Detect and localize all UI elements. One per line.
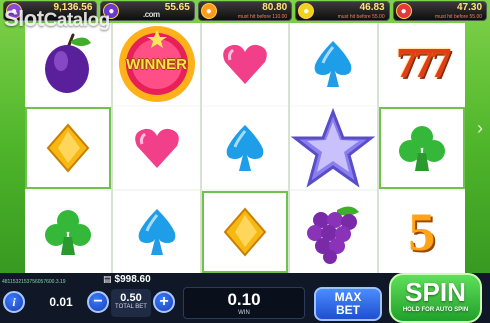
- symbol-diamond: [201, 191, 289, 273]
- diamond-icon: [223, 207, 267, 257]
- jackpot-must-hit: must hit before 55.00: [435, 14, 483, 20]
- heart-icon: [223, 44, 267, 84]
- jackpot-lemon: ● 46.83 must hit before 55.00: [295, 1, 390, 21]
- symbol-star: [290, 107, 377, 189]
- reel-5: 777 5: [378, 23, 465, 273]
- jackpot-must-hit: must hit before 55.00: [337, 14, 385, 20]
- club-icon: [45, 210, 92, 255]
- info-icon: i: [12, 294, 16, 309]
- star-icon: [291, 108, 376, 188]
- symbol-plum: [25, 23, 112, 105]
- spin-button[interactable]: SPIN HOLD FOR AUTO SPIN: [389, 273, 482, 323]
- reel-2: WINNER: [113, 23, 200, 273]
- balance: ▤ $998.60: [103, 273, 151, 286]
- symbol-five: 5: [378, 191, 465, 273]
- wallet-icon: ▤: [103, 274, 112, 284]
- win-value: 0.10: [227, 290, 261, 309]
- heart-icon: [134, 128, 179, 168]
- minus-icon: −: [93, 293, 103, 310]
- lemon-coin-icon: ●: [298, 3, 315, 19]
- coin-value: 0.01: [49, 295, 73, 309]
- watermark: SlotCatalog .com: [4, 6, 160, 32]
- spin-label: SPIN: [405, 277, 466, 307]
- spade-icon: [138, 209, 175, 255]
- reel-4: [290, 23, 377, 273]
- max-bet-button[interactable]: MAX BET: [314, 287, 382, 321]
- spade-icon: [315, 41, 352, 87]
- reel-3: [201, 23, 289, 273]
- symbol-club: [25, 191, 112, 273]
- club-icon: [398, 126, 445, 171]
- round-id: 4811532153756057600.3.19: [2, 279, 66, 285]
- seven-label: 777: [396, 41, 451, 87]
- grape-icon: [307, 206, 360, 264]
- strawberry-coin-icon: ●: [395, 3, 412, 19]
- symbol-heart: [201, 23, 289, 105]
- info-button[interactable]: i: [3, 291, 25, 313]
- symbol-winner: WINNER: [113, 23, 200, 105]
- bet-increase-button[interactable]: +: [153, 291, 175, 313]
- plus-icon: +: [159, 293, 169, 310]
- total-bet-panel: 0.50 TOTAL BET: [111, 289, 151, 317]
- reel-1: [25, 23, 112, 273]
- diamond-icon: [46, 123, 90, 173]
- spade-icon: [226, 125, 264, 171]
- bet-decrease-button[interactable]: −: [87, 291, 109, 313]
- symbol-heart: [113, 107, 200, 189]
- symbol-grape: [290, 191, 377, 273]
- plum-icon: [45, 33, 92, 93]
- balance-value: $998.60: [114, 274, 151, 285]
- watermark-main: Slot: [4, 6, 44, 31]
- symbol-spade: [290, 23, 377, 105]
- auto-spin-hint: HOLD FOR AUTO SPIN: [402, 307, 469, 313]
- coin-value-panel[interactable]: 0.01: [45, 292, 77, 312]
- side-menu-arrow-icon[interactable]: ›: [472, 115, 488, 141]
- watermark-suffix: .com: [143, 10, 160, 19]
- jackpot-must-hit: must hit before 110.00: [237, 14, 288, 20]
- symbol-seven: 777: [378, 23, 465, 105]
- reel-grid: WINNER 777 5: [25, 23, 465, 273]
- win-panel: 0.10 WIN: [183, 287, 305, 319]
- jackpot-strawberry: ● 47.30 must hit before 55.00: [392, 1, 488, 21]
- winner-label: WINNER: [126, 55, 187, 73]
- symbol-spade: [113, 191, 200, 273]
- total-bet-label: TOTAL BET: [115, 304, 147, 310]
- jackpot-orange: ● 80.80 must hit before 110.00: [197, 1, 293, 21]
- watermark-sub: Catalog: [43, 10, 111, 31]
- max-bet-line2: BET: [335, 303, 360, 317]
- win-label: WIN: [238, 310, 250, 316]
- five-label: 5: [408, 202, 436, 262]
- orange-coin-icon: ●: [200, 3, 217, 19]
- symbol-diamond: [25, 107, 112, 189]
- symbol-spade: [201, 107, 289, 189]
- symbol-club: [378, 107, 465, 189]
- total-bet-value: 0.50: [120, 292, 142, 304]
